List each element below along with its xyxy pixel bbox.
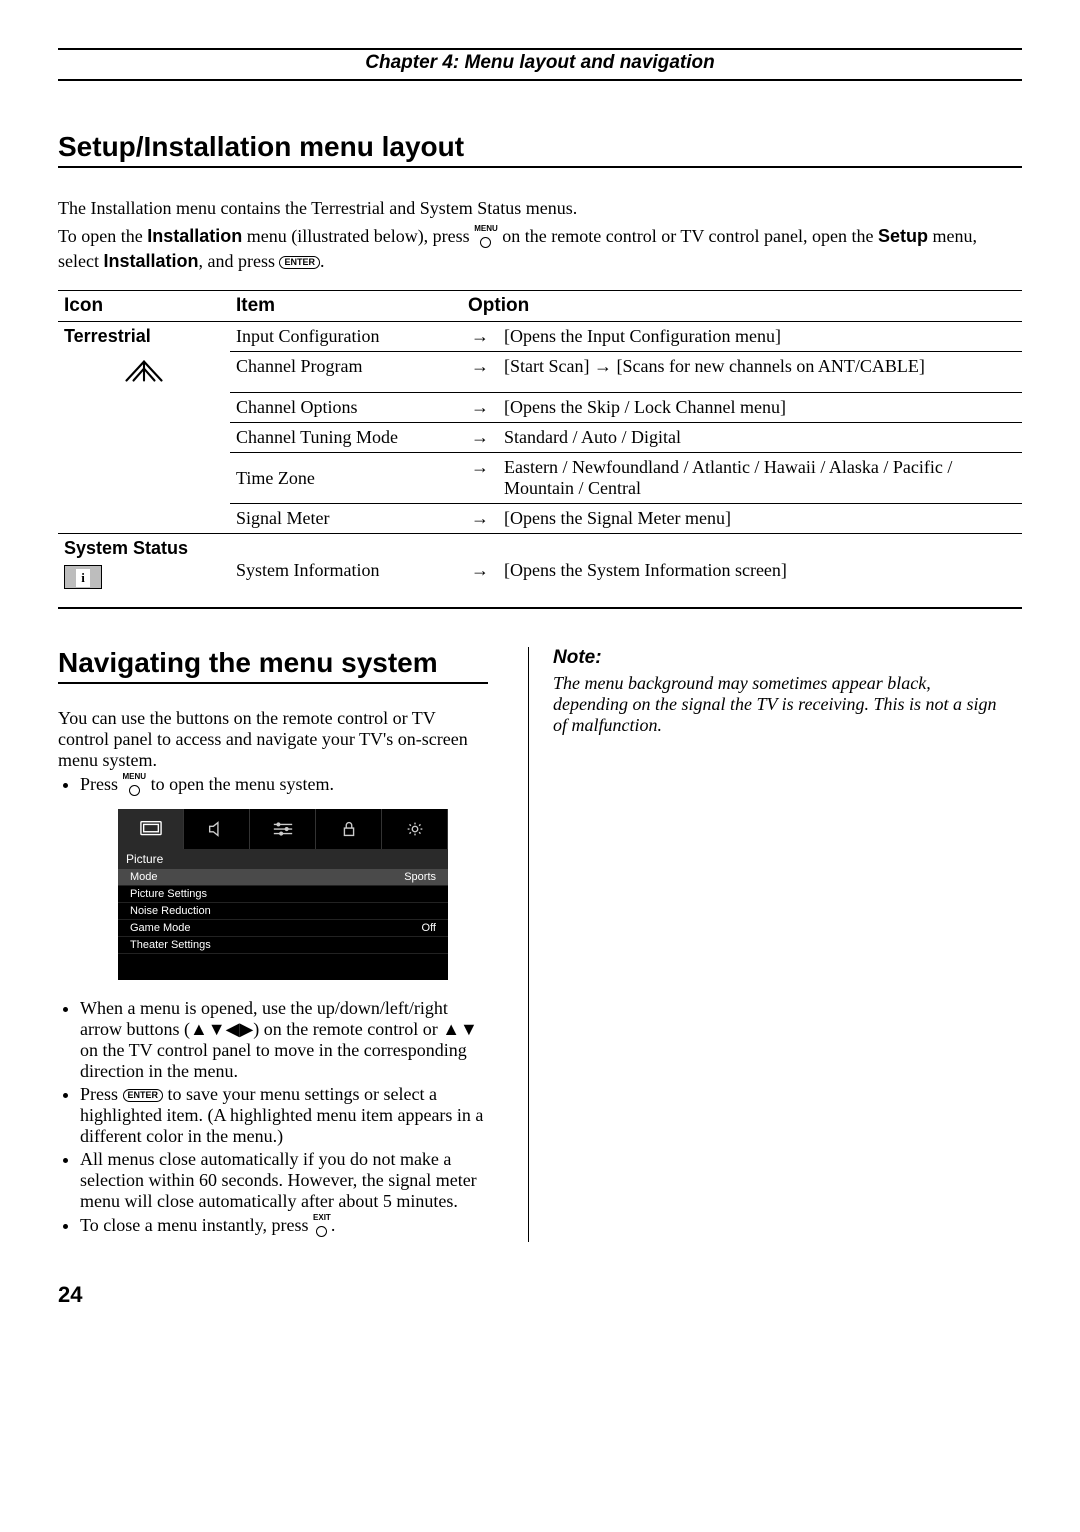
table-row: Channel Program → [Start Scan] → [Scans … xyxy=(58,352,1022,393)
tv-menu-row: ModeSports xyxy=(118,869,448,886)
table-row: Time Zone → Eastern / Newfoundland / Atl… xyxy=(58,453,1022,504)
list-item: All menus close automatically if you do … xyxy=(80,1149,488,1212)
tv-tab-preferences-icon xyxy=(250,809,316,849)
group-label-terrestrial: Terrestrial xyxy=(58,322,230,352)
section-title-navigating: Navigating the menu system xyxy=(58,647,488,684)
tv-menu-row: Game ModeOff xyxy=(118,920,448,937)
group-label-system-status: System Status xyxy=(64,538,188,558)
tv-tab-sound-icon xyxy=(184,809,250,849)
table-row: System Status i System Information → [Op… xyxy=(58,534,1022,609)
table-row: Signal Meter → [Opens the Signal Meter m… xyxy=(58,504,1022,534)
exit-button-icon: EXIT xyxy=(313,1214,331,1240)
tv-menu-row: Picture Settings xyxy=(118,886,448,903)
menu-button-icon: MENU xyxy=(474,225,498,251)
tv-tab-picture-icon xyxy=(118,809,184,849)
th-item: Item xyxy=(230,291,462,322)
chapter-header: Chapter 4: Menu layout and navigation xyxy=(58,48,1022,81)
antenna-icon xyxy=(58,352,230,393)
list-item: Press ENTER to save your menu settings o… xyxy=(80,1084,488,1147)
table-row: Terrestrial Input Configuration → [Opens… xyxy=(58,322,1022,352)
page-number: 24 xyxy=(58,1282,1022,1308)
tv-tab-lock-icon xyxy=(316,809,382,849)
list-item: Press MENU to open the menu system. Pict… xyxy=(80,773,488,980)
info-icon: i xyxy=(64,565,102,589)
tv-menu-mock: Picture ModeSports Picture Settings Nois… xyxy=(118,809,448,980)
nav-intro: You can use the buttons on the remote co… xyxy=(58,708,488,771)
th-option: Option xyxy=(462,291,1022,322)
menu-layout-table: Icon Item Option Terrestrial Input Confi… xyxy=(58,290,1022,609)
tv-tab-setup-icon xyxy=(382,809,448,849)
enter-button-icon: ENTER xyxy=(123,1089,164,1102)
tv-menu-heading: Picture xyxy=(118,849,448,869)
tv-menu-row: Noise Reduction xyxy=(118,903,448,920)
list-item: To close a menu instantly, press EXIT. xyxy=(80,1214,488,1240)
table-row: Channel Options → [Opens the Skip / Lock… xyxy=(58,393,1022,423)
open-instructions: To open the Installation menu (illustrat… xyxy=(58,225,1022,272)
tv-menu-row: Theater Settings xyxy=(118,937,448,954)
intro-text: The Installation menu contains the Terre… xyxy=(58,198,1022,219)
note-body: The menu background may sometimes appear… xyxy=(553,673,1003,736)
menu-button-icon: MENU xyxy=(123,773,147,799)
section-title-setup: Setup/Installation menu layout xyxy=(58,131,1022,168)
note-heading: Note: xyxy=(553,647,1003,669)
list-item: When a menu is opened, use the up/down/l… xyxy=(80,998,488,1082)
th-icon: Icon xyxy=(58,291,230,322)
enter-button-icon: ENTER xyxy=(279,256,320,269)
bullet-list: Press MENU to open the menu system. Pict… xyxy=(58,773,488,1240)
table-row: Channel Tuning Mode → Standard / Auto / … xyxy=(58,423,1022,453)
